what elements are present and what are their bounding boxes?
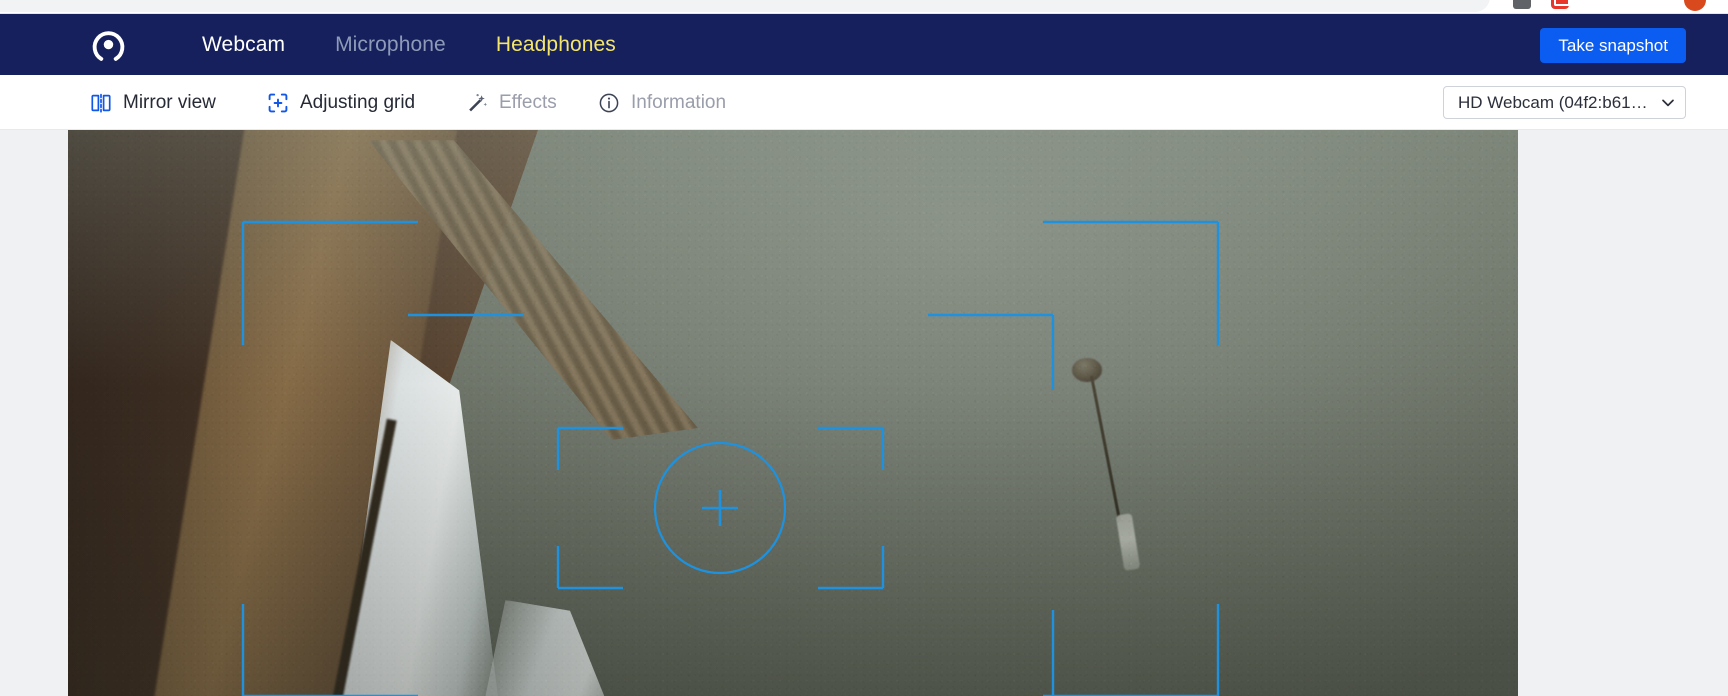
pdf-red-icon[interactable] [1551,0,1570,9]
toolbar-label-adjusting-grid: Adjusting grid [300,91,416,113]
toolbar-item-adjusting-grid[interactable]: Adjusting grid [267,75,415,130]
app-header: Webcam Microphone Headphones Take snapsh… [0,14,1728,75]
browser-toolbar-sliver [0,0,1728,14]
omnibox[interactable] [0,0,1490,12]
webcam-video-preview[interactable] [68,130,1518,696]
toolbar-item-information[interactable]: Information [598,75,726,130]
camera-device-select[interactable]: HD Webcam (04f2:b61… [1443,86,1686,119]
extension-gray-icon[interactable] [1513,0,1531,9]
take-snapshot-button[interactable]: Take snapshot [1540,28,1686,63]
nav-tab-webcam[interactable]: Webcam [202,33,285,57]
main-nav-tabs: Webcam Microphone Headphones [202,14,616,75]
video-scene-content [68,130,1518,696]
preview-stage [0,130,1728,696]
toolbar-label-mirror-view: Mirror view [123,91,216,113]
webcam-ring-logo[interactable] [90,27,127,64]
nav-tab-headphones[interactable]: Headphones [496,33,616,57]
info-circle-icon [598,92,620,114]
toolbar-item-mirror-view[interactable]: Mirror view [90,75,216,130]
webcam-toolbar: Mirror view Adjusting grid Effects Infor… [0,75,1728,130]
toolbar-label-information: Information [631,91,727,113]
mirror-view-icon [90,92,112,114]
scene-sensor-noise [68,130,1518,696]
magic-wand-icon [466,92,488,114]
toolbar-item-effects[interactable]: Effects [466,75,557,130]
nav-tab-microphone[interactable]: Microphone [335,33,446,57]
adjusting-grid-icon [267,92,289,114]
toolbar-label-effects: Effects [499,91,557,113]
profile-avatar[interactable] [1684,0,1706,11]
